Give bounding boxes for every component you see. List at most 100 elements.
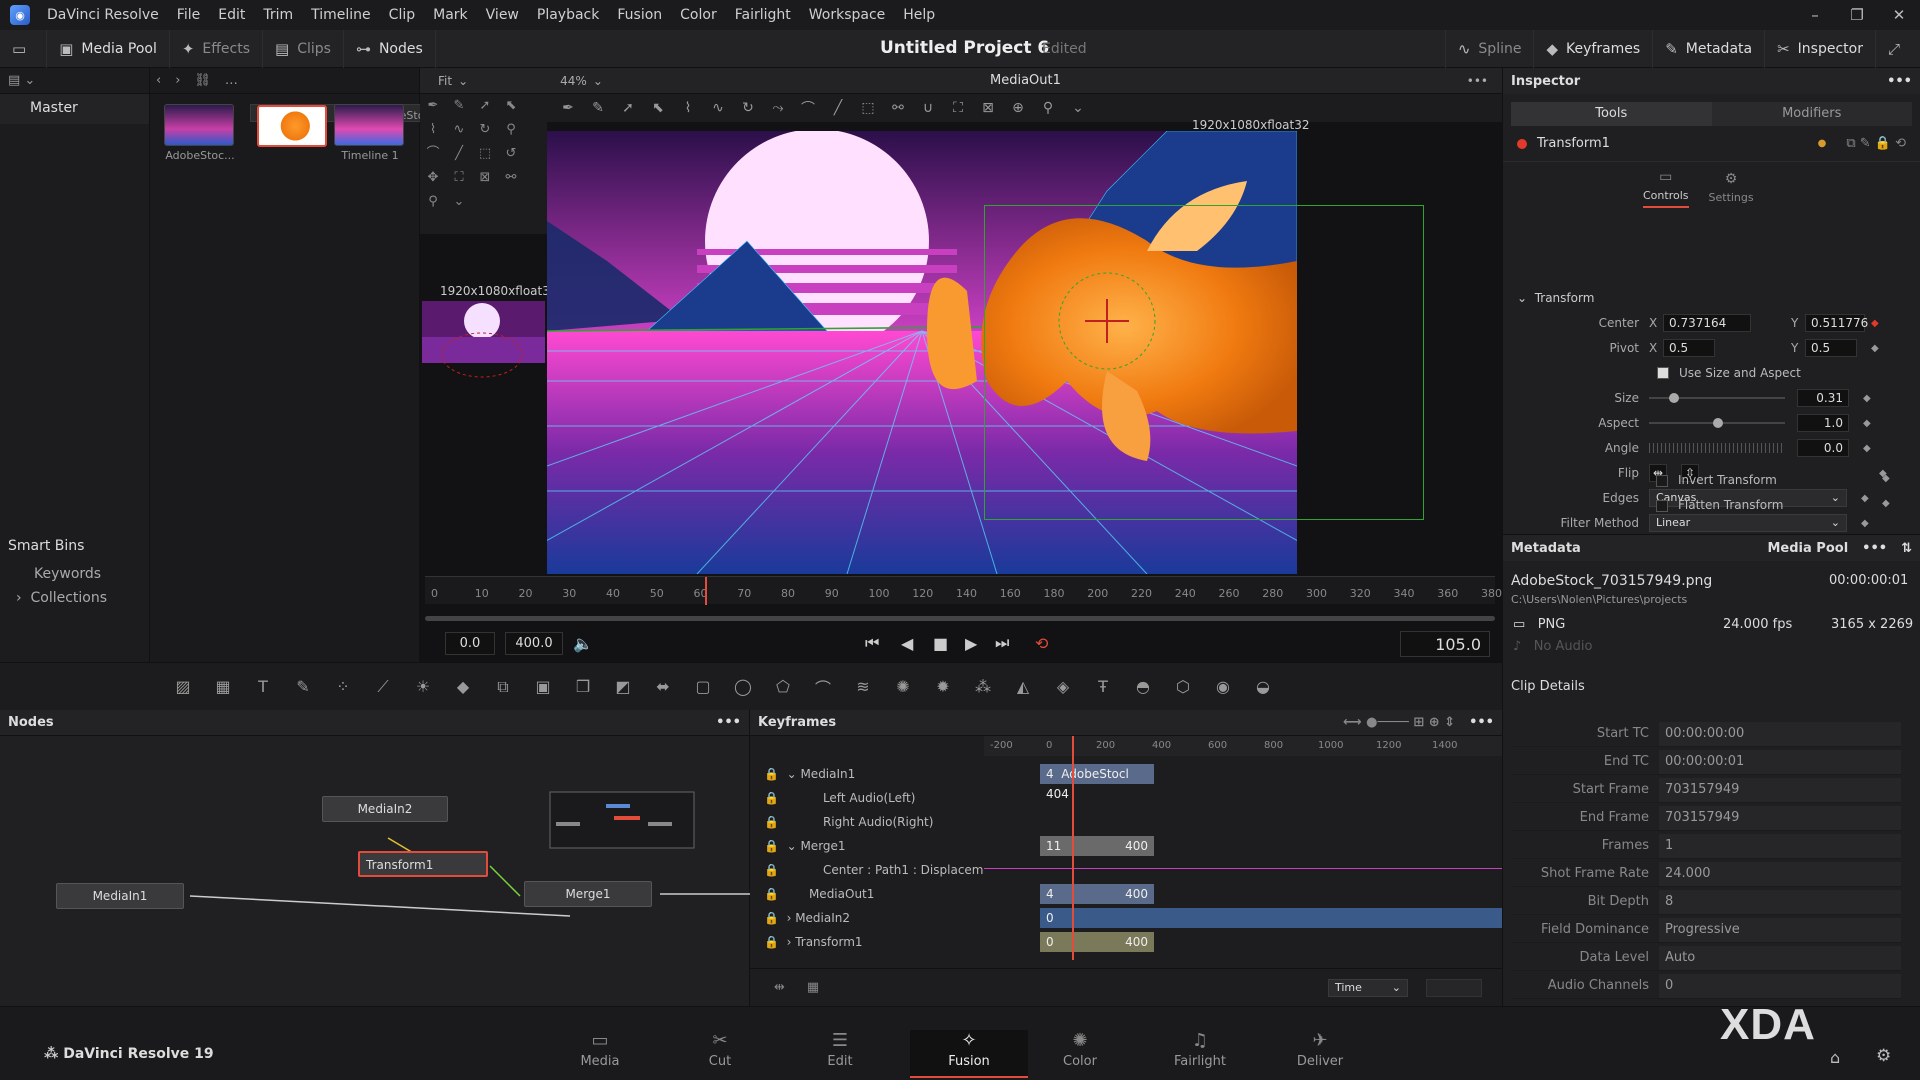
page-color[interactable]: ✺ Color: [1030, 1030, 1130, 1078]
keyframes-options-icon[interactable]: •••: [1469, 715, 1494, 730]
kf-row-right-audio[interactable]: 🔒 Right Audio(Right): [750, 810, 990, 834]
menu-fusion[interactable]: Fusion: [608, 7, 671, 23]
fullscreen-button[interactable]: ⤢: [1874, 29, 1920, 68]
rectangle-mask-icon[interactable]: ▢: [690, 677, 716, 696]
text-tool-icon[interactable]: T: [250, 677, 276, 696]
kf-bar[interactable]: 11 400: [1040, 836, 1154, 856]
node-mediain1[interactable]: MediaIn1: [56, 883, 184, 909]
link-tool-icon[interactable]: ⚯: [885, 100, 911, 116]
detail-value[interactable]: Auto: [1659, 945, 1901, 970]
rotate-tool-icon[interactable]: ↻: [735, 100, 761, 116]
box-tool-icon[interactable]: ⬚: [855, 100, 881, 116]
use-size-aspect-row[interactable]: Use Size and Aspect: [1503, 362, 1920, 384]
channel-icon[interactable]: ▣: [530, 677, 556, 696]
center-x-field[interactable]: 0.737164: [1663, 314, 1751, 332]
chevron-down-icon[interactable]: ⌄: [446, 190, 472, 214]
version-dot-icon[interactable]: ●: [1818, 138, 1827, 149]
wand-tool-icon[interactable]: ⚲: [498, 118, 524, 142]
play-icon[interactable]: ▶: [965, 634, 977, 653]
renderer3d-icon[interactable]: ◒: [1250, 677, 1276, 696]
menu-view[interactable]: View: [477, 7, 528, 23]
polygon-mask-icon[interactable]: ⬠: [770, 677, 796, 696]
cube3d-icon[interactable]: ⬡: [1170, 677, 1196, 696]
image-plane-icon[interactable]: ▦: [210, 677, 236, 696]
metadata-options-icon[interactable]: •••: [1862, 541, 1887, 556]
menu-timeline[interactable]: Timeline: [302, 7, 380, 23]
back-icon[interactable]: ‹: [156, 73, 161, 88]
kf-bar[interactable]: 4 AdobeStocl 404: [1040, 764, 1154, 801]
page-fusion[interactable]: ✧ Fusion: [910, 1030, 1028, 1078]
close-icon[interactable]: ✕: [1878, 6, 1920, 24]
line-tool-icon[interactable]: ╱: [446, 142, 472, 166]
nodes-options-icon[interactable]: •••: [716, 715, 741, 730]
stop-icon[interactable]: ■: [933, 634, 948, 653]
lock-icon[interactable]: 🔒: [764, 791, 779, 805]
invert-transform-row[interactable]: Invert Transform ◆: [1656, 473, 1916, 487]
keyframe-ruler[interactable]: -200 0 200 400 600 800 1000 1200 1400: [984, 736, 1502, 756]
tab-controls[interactable]: ▭ Controls: [1643, 169, 1689, 208]
bin-master[interactable]: Master: [0, 94, 149, 124]
timeline-thumbnail[interactable]: Timeline 1: [334, 104, 406, 162]
pivot-y-field[interactable]: 0.5: [1805, 339, 1857, 357]
curve-tool-icon[interactable]: ∿: [705, 100, 731, 116]
go-to-start-icon[interactable]: ⏮: [865, 633, 879, 653]
lock-icon[interactable]: 🔒: [764, 887, 779, 901]
time-mode-dropdown[interactable]: Time ⌄: [1328, 978, 1408, 997]
wave-icon[interactable]: ≋: [850, 677, 876, 696]
link-icon[interactable]: ⛓: [194, 73, 211, 88]
forward-icon[interactable]: ›: [175, 73, 180, 88]
smart-bin-keywords[interactable]: Keywords: [0, 562, 150, 586]
particle-style-icon[interactable]: ⁂: [970, 677, 996, 696]
curve-tool-icon[interactable]: ∿: [446, 118, 472, 142]
menu-playback[interactable]: Playback: [528, 7, 608, 23]
more-icon[interactable]: …: [225, 73, 238, 88]
pen-tool-icon[interactable]: ✒: [420, 94, 446, 118]
menu-help[interactable]: Help: [894, 7, 944, 23]
home-icon[interactable]: ⌂: [1830, 1048, 1840, 1067]
tool-options-icons[interactable]: ⧉ ✎ 🔒 ⟲: [1846, 136, 1906, 151]
pen-tool-icon[interactable]: ✒: [555, 100, 581, 116]
lock-icon[interactable]: 🔒 ›: [764, 911, 795, 925]
tab-modifiers[interactable]: Modifiers: [1712, 102, 1913, 126]
keyframe-playhead[interactable]: [1072, 736, 1074, 960]
page-edit[interactable]: ☰ Edit: [790, 1030, 890, 1078]
picker-tool-icon[interactable]: ⚲: [420, 190, 446, 214]
playhead[interactable]: [705, 577, 707, 605]
aspect-slider[interactable]: [1649, 418, 1785, 428]
keyframe-active-icon[interactable]: ◆: [1871, 318, 1879, 329]
menu-trim[interactable]: Trim: [254, 7, 302, 23]
page-deliver[interactable]: ✈ Deliver: [1270, 1030, 1370, 1078]
lock-icon[interactable]: 🔒: [764, 863, 779, 877]
brush-tool-icon[interactable]: ✎: [446, 94, 472, 118]
detail-value[interactable]: 703157949: [1659, 805, 1901, 830]
time-ruler[interactable]: 0 10 20 30 40 50 60 70 80 90 100 120 140 160 180 200 220…: [425, 576, 1502, 604]
render-start-field[interactable]: 0.0: [445, 631, 495, 655]
scrub-bar[interactable]: [425, 616, 1495, 621]
brush-tool-icon[interactable]: ✎: [585, 100, 611, 116]
viewer-zoom[interactable]: 44%: [560, 74, 587, 88]
lock-icon[interactable]: 🔒 ⌄: [764, 839, 800, 853]
page-fairlight[interactable]: ♫ Fairlight: [1150, 1030, 1250, 1078]
aspect-slider-knob[interactable]: [1713, 418, 1723, 428]
kf-row-left-audio[interactable]: 🔒 Left Audio(Left): [750, 786, 990, 810]
angle-field[interactable]: 0.0: [1797, 439, 1849, 457]
size-field[interactable]: 0.31: [1797, 389, 1849, 407]
picker-tool-icon[interactable]: ⚲: [1035, 100, 1061, 116]
flatten-transform-row[interactable]: Flatten Transform ◆: [1656, 498, 1916, 512]
bezier-tool-icon[interactable]: ⌒: [795, 98, 821, 118]
camera3d-icon[interactable]: ◓: [1130, 677, 1156, 696]
select-tool-icon[interactable]: ➚: [615, 100, 641, 116]
node-merge1[interactable]: Merge1: [524, 881, 652, 907]
matte-icon[interactable]: ◩: [610, 677, 636, 696]
ellipse-mask-icon[interactable]: ◯: [730, 677, 756, 696]
page-media[interactable]: ▭ Media: [550, 1030, 650, 1078]
detail-value[interactable]: 00:00:00:01: [1659, 749, 1901, 774]
box-tool-icon[interactable]: ⬚: [472, 142, 498, 166]
kf-row-transform1[interactable]: 🔒 › Transform1: [750, 930, 990, 954]
merge3d-icon[interactable]: ◈: [1050, 677, 1076, 696]
current-time-field[interactable]: 105.0: [1400, 631, 1490, 657]
list-view-icon[interactable]: ▤ ⌄: [8, 73, 35, 88]
kf-row-mediain2[interactable]: 🔒 › MediaIn2: [750, 906, 990, 930]
flatten-transform-checkbox[interactable]: [1656, 499, 1668, 512]
lock-icon[interactable]: 🔒 ⌄: [764, 767, 800, 781]
